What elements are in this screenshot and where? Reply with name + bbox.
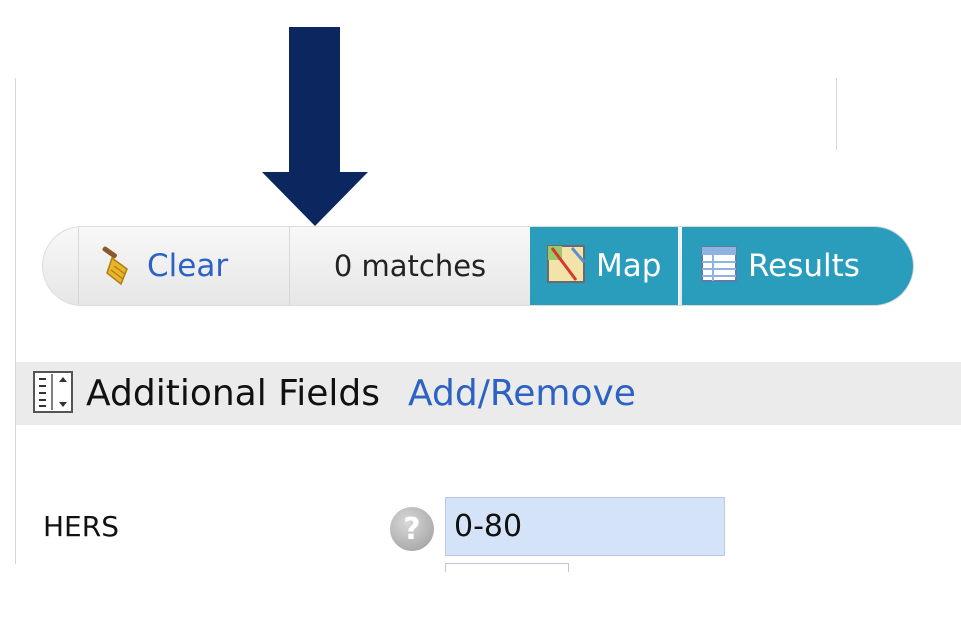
question-icon[interactable]: ? [390, 507, 434, 551]
hers-secondary-input[interactable] [445, 563, 569, 572]
hers-label: HERS [43, 510, 119, 543]
results-label: Results [748, 248, 860, 284]
broom-icon [97, 242, 141, 290]
panel-left-border [15, 78, 16, 564]
results-button[interactable]: Results [682, 227, 913, 305]
additional-fields-title: Additional Fields [86, 373, 381, 414]
clear-button[interactable]: Clear [78, 227, 290, 305]
map-icon [546, 244, 586, 288]
matches-count: 0 matches [333, 249, 487, 283]
add-remove-link[interactable]: Add/Remove [408, 373, 636, 414]
map-button[interactable]: Map [530, 227, 680, 305]
table-icon [700, 245, 738, 287]
clear-label: Clear [147, 248, 229, 284]
list-icon [32, 370, 74, 418]
arrow-shaft [289, 27, 340, 174]
arrow-head [262, 172, 368, 226]
hers-input[interactable] [445, 497, 725, 556]
additional-fields-header: Additional Fields Add/Remove [16, 362, 961, 425]
search-toolbar: Clear 0 matches Map Results [42, 226, 914, 306]
panel-right-border [836, 78, 837, 150]
map-label: Map [596, 248, 662, 284]
